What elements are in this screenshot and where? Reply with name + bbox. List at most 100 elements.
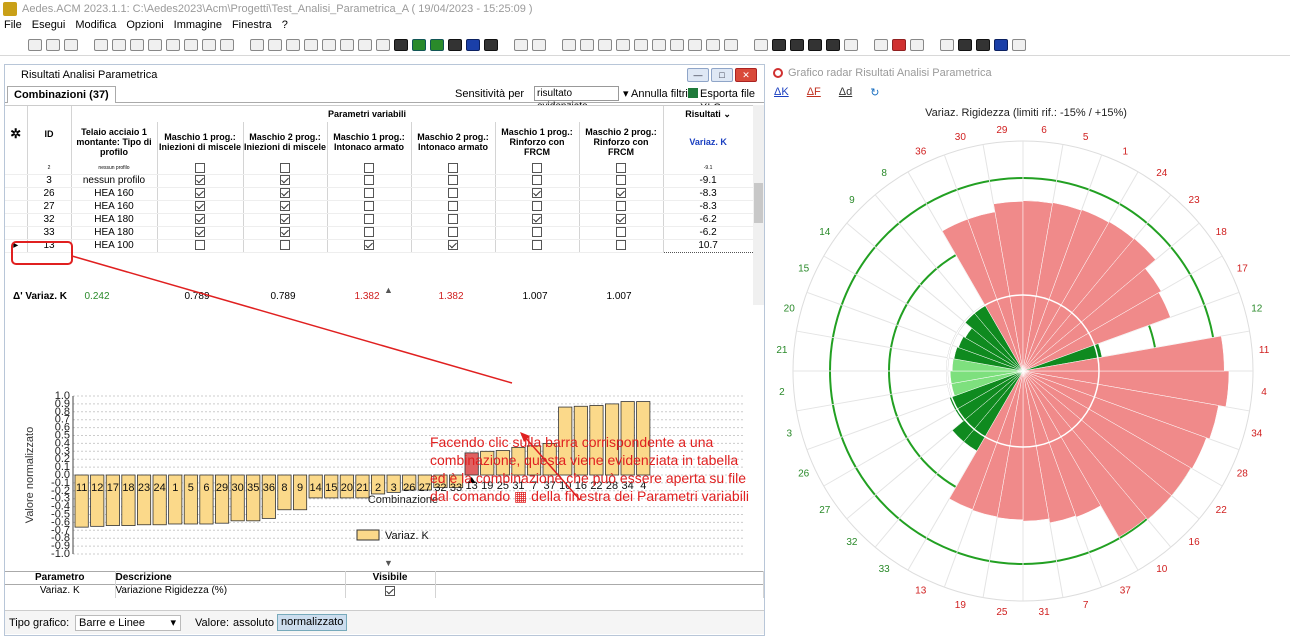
toolbar-button-23-icon[interactable] [466,38,480,51]
toolbar-button-0-icon[interactable] [28,38,42,51]
menu-item-1[interactable]: Esegui [32,18,66,33]
tab-combinazioni[interactable]: Combinazioni (37) [7,86,116,103]
toolbar-button-46-icon[interactable] [940,38,954,51]
menu-item-4[interactable]: Immagine [174,18,222,33]
col-header-5[interactable]: Maschio 2 prog.: Intonaco armato [411,122,496,162]
toolbar-button-35-icon[interactable] [706,38,720,51]
col-header-2[interactable]: Maschio 1 prog.: Iniezioni di miscele [157,122,244,162]
param-checkbox[interactable] [364,227,374,238]
param-checkbox[interactable] [532,162,542,173]
tipo-grafico-select[interactable]: Barre e Linee ▾ [75,615,181,631]
toolbar-button-4-icon[interactable] [112,38,126,51]
param-checkbox[interactable] [532,175,542,186]
col-header-8[interactable]: Variaz. K [663,122,754,162]
toolbar-button-45-icon[interactable] [910,38,924,51]
param-checkbox[interactable] [532,240,542,251]
toolbar-button-6-icon[interactable] [148,38,162,51]
row-selector[interactable]: ▸ [5,239,28,253]
toolbar-button-13-icon[interactable] [286,38,300,51]
maximize-button[interactable]: □ [711,68,733,82]
param-checkbox[interactable] [616,175,627,186]
toolbar-button-15-icon[interactable] [322,38,336,51]
toolbar-button-41-icon[interactable] [826,38,840,51]
col-header-6[interactable]: Maschio 1 prog.: Rinforzo con FRCM [495,122,580,162]
toolbar-button-32-icon[interactable] [652,38,666,51]
row-selector[interactable] [5,213,28,227]
toolbar-button-3-icon[interactable] [94,38,108,51]
param-checkbox[interactable] [532,188,542,199]
param-checkbox[interactable] [364,201,374,212]
row-selector[interactable] [5,200,28,214]
menu-item-0[interactable]: File [4,18,22,33]
param-checkbox[interactable] [364,214,374,225]
param-checkbox[interactable] [364,175,374,186]
param-checkbox[interactable] [195,240,205,251]
param-checkbox[interactable] [448,188,458,199]
toolbar-button-5-icon[interactable] [130,38,144,51]
param-checkbox[interactable] [280,240,290,251]
toolbar-button-50-icon[interactable] [1012,38,1026,51]
col-header-7[interactable]: Maschio 2 prog.: Rinforzo con FRCM [579,122,664,162]
toolbar-button-12-icon[interactable] [268,38,282,51]
results-header[interactable]: Risultati ⌄ [663,106,754,122]
refresh-icon[interactable]: ↻ [870,86,879,99]
param-checkbox[interactable] [280,201,290,212]
toolbar-button-44-icon[interactable] [892,38,906,51]
toolbar-button-40-icon[interactable] [808,38,822,51]
table-row[interactable]: 32 HEA 180 -6.2 [5,213,754,227]
toolbar-button-11-icon[interactable] [250,38,264,51]
toolbar-button-19-icon[interactable] [394,38,408,51]
toolbar-button-26-icon[interactable] [532,38,546,51]
toolbar-button-8-icon[interactable] [184,38,198,51]
row-selector[interactable] [5,162,28,175]
col-header-id[interactable]: ID [27,106,72,162]
param-checkbox[interactable] [448,214,458,225]
toolbar-button-43-icon[interactable] [874,38,888,51]
toolbar-button-16-icon[interactable] [340,38,354,51]
param-checkbox[interactable] [532,201,542,212]
param-checkbox[interactable] [195,227,205,238]
table-row[interactable]: 26 HEA 160 -8.3 [5,187,754,201]
param-checkbox[interactable] [195,201,205,212]
param-checkbox[interactable] [364,240,374,251]
param-checkbox[interactable] [280,227,290,238]
param-checkbox[interactable] [280,188,290,199]
normalizzato-button[interactable]: normalizzato [277,614,348,631]
param-checkbox[interactable] [616,227,627,238]
menu-item-5[interactable]: Finestra [232,18,272,33]
param-checkbox[interactable] [616,162,627,173]
row-selector[interactable] [5,226,28,240]
toolbar-button-24-icon[interactable] [484,38,498,51]
table-row[interactable]: 27 HEA 160 -8.3 [5,200,754,214]
assoluto-button[interactable]: assoluto [233,611,274,635]
param-checkbox[interactable] [616,201,627,212]
row-selector[interactable] [5,187,28,201]
radar-tab-1[interactable]: ΔF [807,86,821,99]
toolbar-button-42-icon[interactable] [844,38,858,51]
toolbar-button-27-icon[interactable] [562,38,576,51]
param-checkbox[interactable] [616,214,627,225]
toolbar-button-36-icon[interactable] [724,38,738,51]
close-button[interactable]: ✕ [735,68,757,82]
settings-gear-icon[interactable]: ✲ [5,106,28,162]
minimize-button[interactable]: — [687,68,709,82]
param-checkbox[interactable] [195,188,205,199]
radar-tab-2[interactable]: Δd [839,86,852,99]
table-scrollbar-thumb[interactable] [754,183,763,223]
toolbar-button-28-icon[interactable] [580,38,594,51]
toolbar-button-49-icon[interactable] [994,38,1008,51]
param-checkbox[interactable] [195,162,205,173]
param-checkbox[interactable] [448,240,458,251]
toolbar-button-9-icon[interactable] [202,38,216,51]
toolbar-button-25-icon[interactable] [514,38,528,51]
param-checkbox[interactable] [616,240,627,251]
toolbar-button-2-icon[interactable] [64,38,78,51]
param-checkbox[interactable] [532,227,542,238]
toolbar-button-7-icon[interactable] [166,38,180,51]
toolbar-button-1-icon[interactable] [46,38,60,51]
toolbar-button-21-icon[interactable] [430,38,444,51]
toolbar-button-34-icon[interactable] [688,38,702,51]
toolbar-button-20-icon[interactable] [412,38,426,51]
menu-item-2[interactable]: Modifica [75,18,116,33]
annulla-filtri-button[interactable]: ▾ Annulla filtri [623,87,688,101]
